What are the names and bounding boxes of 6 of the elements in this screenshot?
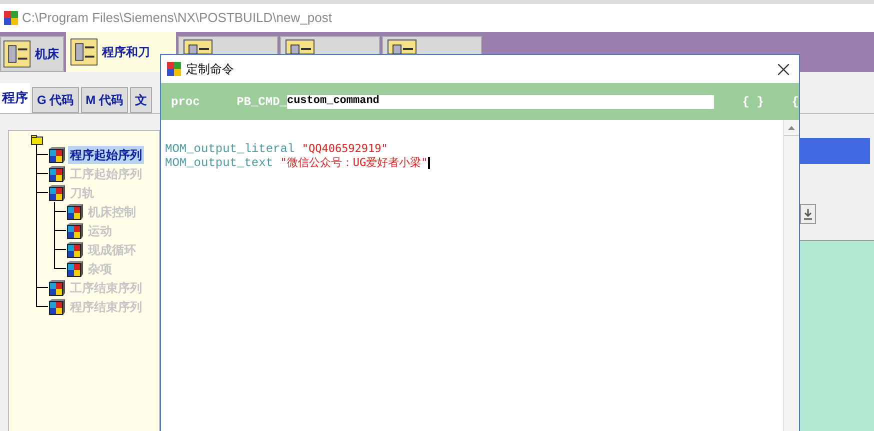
- code-line: MOM_output_text "微信公众号：UG爱好者小梁": [165, 156, 431, 170]
- window-title: C:\Program Files\Siemens\NX\POSTBUILD\new_post: [22, 9, 332, 28]
- proc-label: proc: [171, 94, 201, 110]
- code-line: MOM_output_literal "QQ406592919": [165, 142, 389, 156]
- prefix-label: PB_CMD_: [236, 94, 287, 110]
- dialog-title: 定制命令: [186, 61, 234, 78]
